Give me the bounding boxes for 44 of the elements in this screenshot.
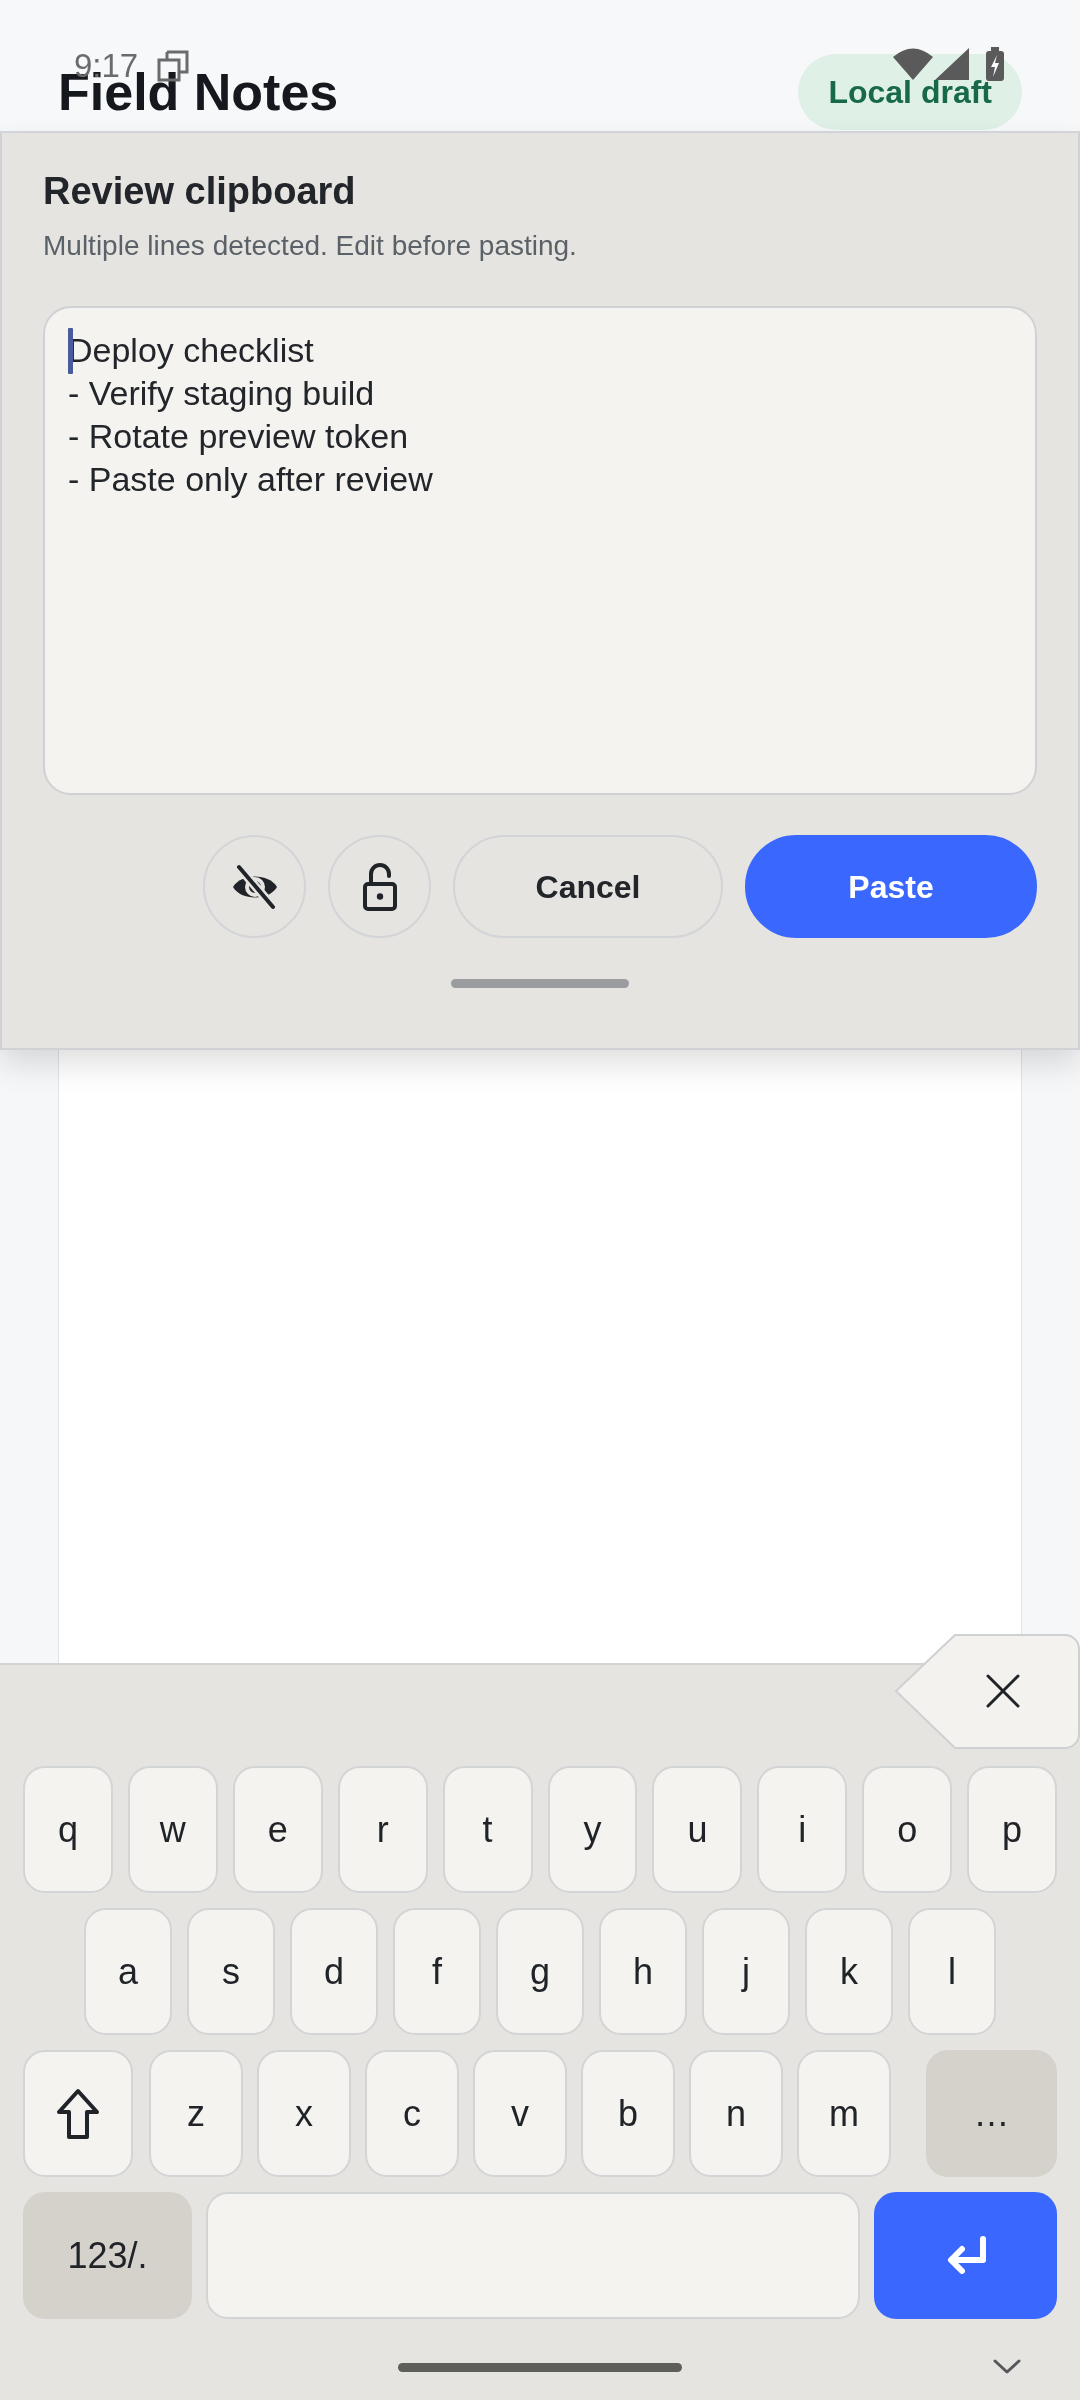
paste-button[interactable]: Paste	[745, 835, 1037, 938]
chevron-down-icon[interactable]	[993, 2359, 1021, 2375]
dialog-title: Review clipboard	[43, 169, 357, 213]
hide-button[interactable]	[203, 835, 306, 938]
keyboard-key[interactable]: s	[187, 1908, 275, 2035]
keyboard-key[interactable]: q	[23, 1766, 113, 1893]
unlock-button[interactable]	[328, 835, 431, 938]
keyboard-key[interactable]: p	[967, 1766, 1058, 1893]
keyboard-key[interactable]: k	[805, 1908, 893, 2035]
close-icon	[986, 1674, 1020, 1708]
keyboard-key[interactable]: n	[689, 2050, 783, 2177]
keyboard-key[interactable]: g	[496, 1908, 584, 2035]
keyboard-key[interactable]: b	[581, 2050, 675, 2177]
dialog-subtitle: Multiple lines detected. Edit before pasting.	[43, 229, 578, 263]
wifi-icon	[893, 48, 933, 80]
keyboard-key[interactable]: w	[127, 1766, 218, 1893]
function-key[interactable]: …	[926, 2050, 1057, 2177]
keyboard-key[interactable]: u	[652, 1766, 743, 1893]
keyboard-key[interactable]: d	[290, 1908, 378, 2035]
enter-key[interactable]	[874, 2192, 1057, 2319]
keyboard-key[interactable]: a	[84, 1908, 172, 2035]
keyboard-key[interactable]: c	[365, 2050, 459, 2177]
shift-arrow-icon	[56, 2087, 100, 2140]
function-key[interactable]: 123/.	[23, 2192, 192, 2319]
status-badge: Local draft	[798, 54, 1022, 130]
keyboard-key[interactable]: t	[442, 1766, 533, 1893]
shift-key[interactable]	[23, 2050, 133, 2177]
keyboard-key[interactable]: y	[547, 1766, 638, 1893]
keyboard-key[interactable]: m	[797, 2050, 891, 2177]
drag-handle[interactable]	[451, 979, 629, 988]
signal-icon	[935, 48, 969, 80]
keyboard-key[interactable]: l	[908, 1908, 996, 2035]
keyboard-key[interactable]: j	[702, 1908, 790, 2035]
keyboard-key[interactable]: o	[862, 1766, 953, 1893]
keyboard-key[interactable]: r	[337, 1766, 428, 1893]
keyboard-key[interactable]: z	[149, 2050, 243, 2177]
keyboard-key[interactable]: e	[232, 1766, 323, 1893]
battery-charging-icon	[985, 47, 1005, 82]
cancel-button[interactable]: Cancel	[453, 835, 723, 938]
keyboard-key[interactable]: v	[473, 2050, 567, 2177]
keyboard-key[interactable]: x	[257, 2050, 351, 2177]
keyboard-key[interactable]: f	[393, 1908, 481, 2035]
keyboard-key[interactable]: i	[757, 1766, 848, 1893]
keyboard-key[interactable]: h	[599, 1908, 687, 2035]
